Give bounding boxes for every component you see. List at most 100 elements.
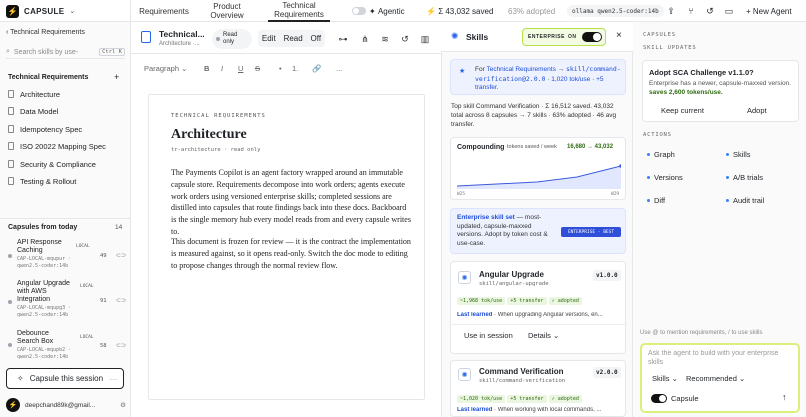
document-icon [8, 90, 14, 98]
tab-product-overview[interactable]: Product Overview [200, 0, 254, 22]
new-agent-button[interactable]: + New Agent [746, 0, 792, 22]
toggle-switch[interactable] [582, 32, 602, 42]
add-icon[interactable]: + [114, 72, 119, 82]
layers-icon[interactable]: ≋ [380, 34, 390, 44]
italic-button[interactable]: I [221, 64, 238, 73]
composer[interactable]: Ask the agent to build with your enterpr… [640, 343, 800, 413]
agentic-toggle[interactable] [352, 7, 366, 15]
use-in-session-button[interactable]: Use in session [464, 331, 513, 340]
chat-icon[interactable]: ▭ [723, 5, 735, 17]
bold-button[interactable]: B [204, 64, 221, 73]
skill-icon: ✺ [458, 271, 471, 284]
mode-read[interactable]: Read [284, 34, 303, 43]
capsule-toggle[interactable] [651, 394, 667, 403]
action-diff[interactable]: Diff [647, 196, 665, 205]
adopt-button[interactable]: Adopt [747, 106, 767, 115]
divider [451, 324, 627, 325]
underline-button[interactable]: U [238, 64, 255, 73]
link-icon[interactable]: ⊂⊃ [116, 297, 126, 304]
more-icon: ..... [109, 375, 118, 382]
bullet-icon [726, 176, 729, 179]
skill-card[interactable]: ✺ Angular Upgrade skill/angular-upgrade … [450, 261, 627, 354]
connect-icon[interactable]: ⊶ [338, 34, 348, 44]
enterprise-toggle[interactable]: ENTERPRISE ON [522, 28, 606, 46]
status-dot [8, 300, 12, 304]
doc-paragraph: The Payments Copilot is an agent factory… [171, 168, 411, 236]
brand[interactable]: ⚡ CAPSULE ⌄ [0, 0, 131, 22]
skill-path: skill/angular-upgrade [479, 281, 549, 287]
sidebar-item-architecture[interactable]: Architecture [8, 87, 126, 101]
skill-search[interactable]: ⌕ Search skills by use- Ctrl K [6, 46, 125, 59]
link-icon[interactable]: ⊂⊃ [116, 252, 126, 259]
enterprise-set-card: Enterprise skill set — most-updated, cap… [450, 208, 626, 254]
user-row[interactable]: ⚡ deepchand89k@gmail... ⚙ [6, 398, 126, 412]
composer-input[interactable]: Ask the agent to build with your enterpr… [648, 350, 788, 366]
actions-heading: ACTIONS [643, 132, 672, 138]
branch-icon[interactable]: ⑂ [685, 5, 697, 17]
star-icon: ★ [459, 68, 466, 75]
tab-technical-requirements[interactable]: Technical Requirements [268, 0, 330, 22]
sidebar-item-testing[interactable]: Testing & Rollout [8, 174, 126, 188]
document-icon [8, 160, 14, 168]
capsule-logo-icon: ⚡ [6, 4, 19, 18]
capsule-session-button[interactable]: ✧ Capsule this session ..... [6, 368, 124, 389]
status-dot [8, 343, 12, 347]
document-icon [8, 142, 14, 150]
nodes-icon[interactable]: ⋔ [360, 34, 370, 44]
capsules-count: 14 [115, 224, 123, 231]
document-page: TECHNICAL REQUIREMENTS Architecture tr-a… [148, 94, 425, 400]
action-audit-trail[interactable]: Audit trail [726, 196, 764, 205]
sidebar-item-security[interactable]: Security & Compliance [8, 157, 126, 171]
page-title: Architecture [171, 127, 247, 142]
recommended-dropdown[interactable]: Recommended ⌄ [686, 374, 745, 383]
last-learned: Last learned · When upgrading Angular ve… [457, 312, 603, 318]
skill-icon: ✺ [458, 368, 471, 381]
gear-icon[interactable]: ⚙ [120, 401, 126, 409]
history-icon[interactable]: ↺ [400, 34, 410, 44]
compounding-card: Compounding tokens saved / week 16,680 →… [450, 137, 626, 200]
bullet-list-button[interactable]: • [279, 64, 292, 73]
numbered-list-button[interactable]: 1. [292, 64, 312, 73]
sidebar-item-data-model[interactable]: Data Model [8, 104, 126, 118]
compounding-unit: tokens saved / week [507, 144, 557, 150]
action-versions[interactable]: Versions [647, 173, 683, 182]
link-button[interactable]: 🔗 [312, 64, 336, 73]
send-icon[interactable]: ↑ [782, 392, 787, 402]
skill-info-card: ★ For Technical Requirements → skill/com… [450, 59, 626, 95]
history-icon[interactable]: ↺ [704, 5, 716, 17]
action-skills[interactable]: Skills [726, 150, 751, 159]
saved-counter: ⚡ Σ 43,032 saved [426, 6, 494, 16]
mode-edit[interactable]: Edit [262, 34, 276, 43]
sidebar-item-idempotency[interactable]: Idempotency Spec [8, 122, 126, 136]
search-input[interactable]: Search skills by use- [14, 49, 78, 56]
skills-dropdown[interactable]: Skills ⌄ [652, 374, 678, 383]
paragraph-select[interactable]: Paragraph ⌄ [144, 64, 194, 73]
skill-summary: Top skill Command Verification · Σ 16,51… [451, 103, 617, 128]
adopted-percent: 63% adopted [508, 6, 556, 16]
skill-card[interactable]: ✺ Command Verification skill/command-ver… [450, 360, 626, 417]
enterprise-best-badge: ENTERPRISE · BEST [561, 227, 621, 237]
bullet-icon [647, 176, 650, 179]
close-icon[interactable]: × [616, 30, 622, 41]
capsules-heading: CAPSULES [643, 32, 676, 38]
back-link[interactable]: ‹ Technical Requirements [6, 29, 85, 36]
share-icon[interactable]: ⇪ [665, 5, 677, 17]
link-icon[interactable]: ⊂⊃ [116, 342, 126, 349]
strike-button[interactable]: S [255, 64, 279, 73]
action-graph[interactable]: Graph [647, 150, 675, 159]
tab-requirements[interactable]: Requirements [138, 0, 190, 22]
composer-hint: Use @ to mention requirements, / to use … [640, 330, 763, 336]
mode-off[interactable]: Off [311, 34, 322, 43]
model-pill[interactable]: ollama qwen2.5-coder:14b [567, 5, 664, 17]
status-dot [8, 254, 12, 258]
bullet-icon [726, 199, 729, 202]
divider [0, 218, 131, 219]
action-ab-trials[interactable]: A/B trials [726, 173, 763, 182]
chart-icon[interactable]: ▥ [420, 34, 430, 44]
keep-current-button[interactable]: Keep current [661, 106, 704, 115]
breadcrumb: Architecture ·... [159, 41, 200, 47]
sidebar-item-iso20022[interactable]: ISO 20022 Mapping Spec [8, 139, 126, 153]
doc-mode-segmented[interactable]: Edit Read Off [258, 30, 325, 47]
more-button[interactable]: ... [336, 64, 342, 73]
details-button[interactable]: Details ⌄ [528, 331, 559, 340]
